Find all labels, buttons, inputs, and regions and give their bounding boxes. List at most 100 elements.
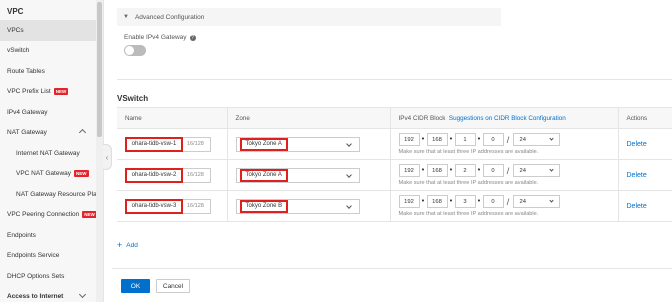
add-vswitch-button[interactable]: + Add xyxy=(117,240,138,250)
dot-separator: • xyxy=(476,198,483,205)
sidebar-item-dhcp[interactable]: DHCP Options Sets xyxy=(0,266,103,287)
vswitch-name-input[interactable]: ohara-tidb-vsw-1 xyxy=(125,137,183,152)
sidebar-item-label: VPC Prefix List xyxy=(7,88,51,95)
chevron-down-icon xyxy=(79,290,86,297)
cidr-octet-4[interactable]: 0 xyxy=(483,164,504,177)
sidebar-item-label: Internet NAT Gateway xyxy=(16,150,80,157)
sidebar-item-vswitch[interactable]: vSwitch xyxy=(0,41,103,62)
sidebar-item-label: DHCP Options Sets xyxy=(7,273,64,280)
vswitch-name-input[interactable]: ohara-tidb-vsw-2 xyxy=(125,168,183,183)
cidr-octet-3[interactable]: 1 xyxy=(455,133,476,146)
zone-select[interactable]: Tokyo Zone B xyxy=(236,199,360,214)
dot-separator: • xyxy=(448,136,455,143)
sidebar-item-vpcs[interactable]: VPCs xyxy=(0,20,103,41)
slash-separator: / xyxy=(504,197,513,207)
chevron-down-icon xyxy=(346,172,352,178)
cidr-mask-select[interactable]: 24 xyxy=(513,133,560,146)
sidebar-item-label: NAT Gateway Resource Plan xyxy=(16,191,100,198)
cidr-cell: 192•168•2•0/24Make sure that at least th… xyxy=(390,160,618,191)
cidr-hint: Make sure that at least three IP address… xyxy=(399,211,618,217)
header-cidr-label: IPv4 CIDR Block xyxy=(399,115,446,122)
cidr-hint: Make sure that at least three IP address… xyxy=(399,180,618,186)
help-icon[interactable]: ? xyxy=(190,35,196,41)
cidr-octet-1[interactable]: 192 xyxy=(399,133,420,146)
delete-link[interactable]: Delete xyxy=(627,172,647,179)
new-badge: NEW xyxy=(82,211,97,218)
sidebar-item-prefix-list[interactable]: VPC Prefix ListNEW xyxy=(0,82,103,103)
delete-link[interactable]: Delete xyxy=(627,141,647,148)
scrollbar-thumb[interactable] xyxy=(97,2,102,137)
cidr-suggestions-link[interactable]: Suggestions on CIDR Block Configuration xyxy=(449,115,566,122)
chevron-down-icon xyxy=(549,198,553,202)
sidebar-item-label: VPC Peering Connection xyxy=(7,211,79,218)
slash-separator: / xyxy=(504,166,513,176)
sidebar-title: VPC xyxy=(0,0,103,20)
sidebar-item-route-tables[interactable]: Route Tables xyxy=(0,61,103,82)
name-char-count: 16/128 xyxy=(183,199,211,214)
sidebar-item-label: vSwitch xyxy=(7,47,29,54)
cidr-octet-2[interactable]: 168 xyxy=(427,195,448,208)
cidr-octet-4[interactable]: 0 xyxy=(483,133,504,146)
sidebar-scrollbar[interactable] xyxy=(96,0,103,302)
vswitch-name-input[interactable]: ohara-tidb-vsw-3 xyxy=(125,199,183,214)
sidebar-item-vpc-nat[interactable]: VPC NAT GatewayNEW xyxy=(0,164,103,185)
actions-cell: Delete xyxy=(618,160,672,191)
ipv4-gateway-text: Enable IPv4 Gateway xyxy=(124,34,187,41)
footer-divider xyxy=(112,268,672,269)
ok-button[interactable]: OK xyxy=(121,279,150,293)
main-content: ▼ Advanced Configuration Enable IPv4 Gat… xyxy=(112,0,672,302)
sidebar-item-nat-resource-plan[interactable]: NAT Gateway Resource Plan xyxy=(0,184,103,205)
sidebar-item-peering[interactable]: VPC Peering ConnectionNEW xyxy=(0,205,103,226)
dot-separator: • xyxy=(420,136,427,143)
cidr-mask-value: 24 xyxy=(520,137,526,143)
sidebar-item-internet-nat[interactable]: Internet NAT Gateway xyxy=(0,143,103,164)
name-cell: ohara-tidb-vsw-216/128 xyxy=(117,160,227,191)
cidr-octet-2[interactable]: 168 xyxy=(427,164,448,177)
sidebar-item-ipv4-gateway[interactable]: IPv4 Gateway xyxy=(0,102,103,123)
name-char-count: 16/128 xyxy=(183,168,211,183)
zone-value: Tokyo Zone B xyxy=(240,200,289,213)
slash-separator: / xyxy=(504,135,513,145)
chevron-down-icon xyxy=(549,136,553,140)
cidr-octet-1[interactable]: 192 xyxy=(399,164,420,177)
cidr-octet-1[interactable]: 192 xyxy=(399,195,420,208)
cidr-hint: Make sure that at least three IP address… xyxy=(399,149,618,155)
cidr-octet-4[interactable]: 0 xyxy=(483,195,504,208)
cancel-button[interactable]: Cancel xyxy=(156,279,190,293)
header-actions: Actions xyxy=(618,108,672,129)
collapse-sidebar-button[interactable]: ‹ xyxy=(103,144,112,170)
cidr-octet-2[interactable]: 168 xyxy=(427,133,448,146)
sidebar-item-label: Endpoints Service xyxy=(7,252,59,259)
ipv4-gateway-switch[interactable] xyxy=(124,45,146,56)
zone-select[interactable]: Tokyo Zone A xyxy=(236,168,360,183)
sidebar-item-label: Access to Internet xyxy=(7,293,63,300)
header-name: Name xyxy=(117,108,227,129)
delete-link[interactable]: Delete xyxy=(627,203,647,210)
cidr-mask-value: 24 xyxy=(520,168,526,174)
cidr-octet-3[interactable]: 3 xyxy=(455,195,476,208)
sidebar: VPC VPCs vSwitch Route Tables VPC Prefix… xyxy=(0,0,104,302)
dot-separator: • xyxy=(420,167,427,174)
add-label: Add xyxy=(126,242,138,249)
new-badge: NEW xyxy=(54,88,69,95)
name-cell: ohara-tidb-vsw-116/128 xyxy=(117,129,227,160)
advanced-config-toggle[interactable]: ▼ Advanced Configuration xyxy=(117,8,501,26)
cidr-octet-3[interactable]: 2 xyxy=(455,164,476,177)
cidr-mask-select[interactable]: 24 xyxy=(513,164,560,177)
header-cidr: IPv4 CIDR Block Suggestions on CIDR Bloc… xyxy=(390,108,618,129)
sidebar-item-label: VPC NAT Gateway xyxy=(16,170,71,177)
sidebar-item-endpoints[interactable]: Endpoints xyxy=(0,225,103,246)
sidebar-item-nat-gateway[interactable]: NAT Gateway xyxy=(0,123,103,144)
sidebar-item-label: IPv4 Gateway xyxy=(7,109,47,116)
ipv4-gateway-label: Enable IPv4 Gateway ? xyxy=(124,34,196,41)
sidebar-item-access-internet[interactable]: Access to Internet xyxy=(0,287,103,307)
sidebar-item-endpoints-service[interactable]: Endpoints Service xyxy=(0,246,103,267)
dot-separator: • xyxy=(448,198,455,205)
dot-separator: • xyxy=(448,167,455,174)
actions-cell: Delete xyxy=(618,191,672,222)
plus-icon: + xyxy=(117,240,122,250)
zone-value: Tokyo Zone A xyxy=(240,169,288,182)
header-zone: Zone xyxy=(227,108,390,129)
zone-select[interactable]: Tokyo Zone A xyxy=(236,137,360,152)
cidr-mask-select[interactable]: 24 xyxy=(513,195,560,208)
